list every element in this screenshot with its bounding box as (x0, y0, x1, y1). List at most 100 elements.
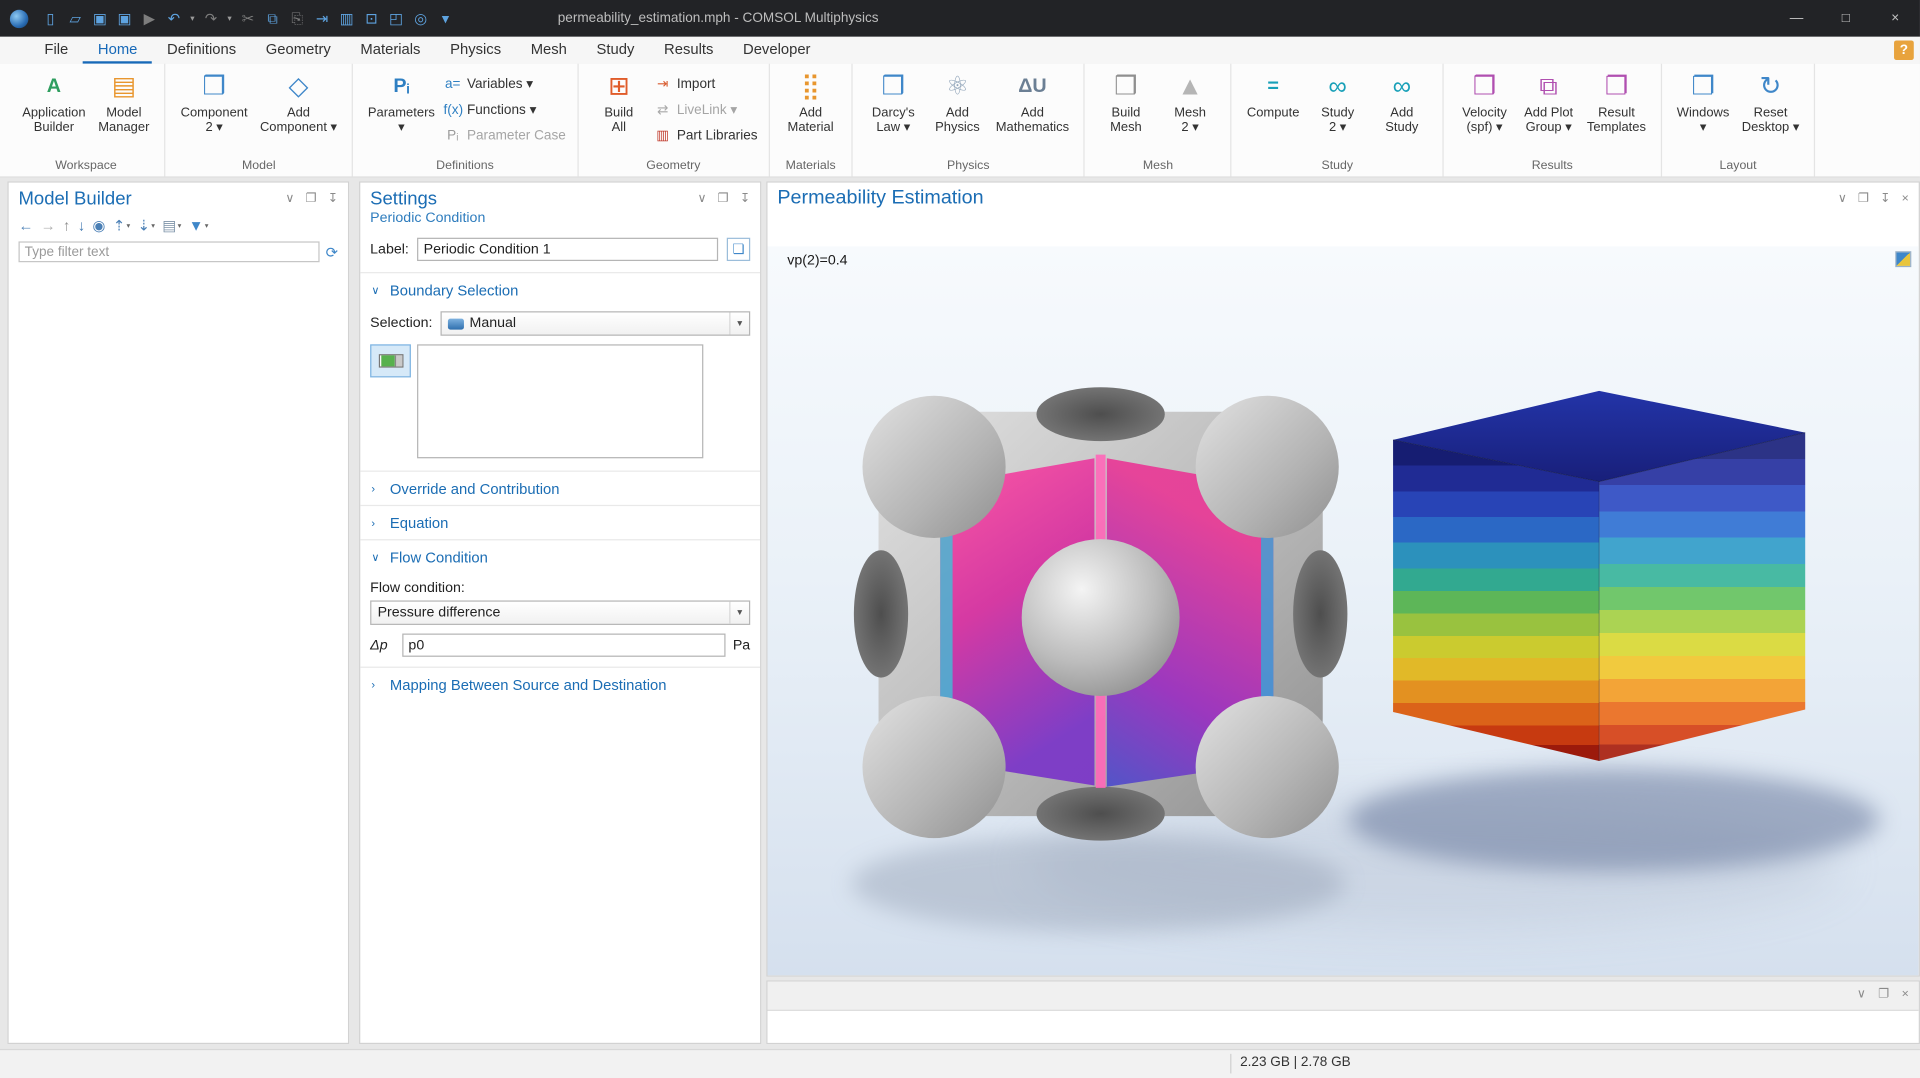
part-libraries-button[interactable]: ▥Part Libraries (653, 124, 757, 147)
windows-button[interactable]: ❐Windows▾ (1671, 66, 1736, 138)
pin-panel-icon[interactable]: ↧ (328, 192, 338, 205)
menu-tab-home[interactable]: Home (83, 37, 152, 64)
boundary-selection-list[interactable] (417, 344, 703, 458)
float-panel-icon[interactable]: ❐ (718, 192, 729, 205)
float-panel-icon[interactable]: ❐ (306, 192, 317, 205)
panel-menu-icon[interactable]: ∨ (698, 192, 707, 205)
functions-button[interactable]: f(x)Functions ▾ (444, 98, 566, 121)
node-text-icon[interactable]: ▤▾ (162, 217, 181, 234)
minimize-button[interactable]: — (1772, 0, 1821, 37)
delete-icon[interactable]: ▥ (334, 6, 359, 31)
refresh-icon[interactable]: ⟳ (326, 243, 338, 260)
add-study-button[interactable]: ∞AddStudy (1370, 66, 1434, 138)
save-as-icon[interactable]: ▣ (112, 6, 137, 31)
move-up-icon[interactable]: ↑ (63, 217, 70, 234)
parameters-button[interactable]: PᵢParameters▾ (362, 66, 441, 138)
statusbar-separator (1230, 1054, 1231, 1074)
menu-tab-developer[interactable]: Developer (728, 37, 825, 64)
add-material-button[interactable]: ⣿AddMaterial (779, 66, 843, 138)
mesh-2-button[interactable]: ▲Mesh2 ▾ (1158, 66, 1222, 138)
compute-button[interactable]: =Compute (1241, 66, 1306, 123)
velocity-spf-button[interactable]: ❒Velocity(spf) ▾ (1452, 66, 1516, 138)
customize-toolbar-icon[interactable]: ▾ (433, 6, 458, 31)
close-button[interactable]: × (1871, 0, 1920, 37)
section-flow-condition[interactable]: ∨ Flow Condition (360, 539, 760, 573)
import-button[interactable]: ⇥Import (653, 72, 757, 95)
close-panel-icon[interactable]: × (1902, 988, 1909, 1001)
show-icon[interactable]: ◉ (93, 217, 106, 234)
filter-input[interactable] (19, 241, 320, 262)
panel-menu-icon[interactable]: ∨ (1857, 988, 1866, 1001)
panel-menu-icon[interactable]: ∨ (285, 192, 294, 205)
collapse-all-icon[interactable]: ⇣▾ (138, 217, 155, 234)
panel-menu-icon[interactable]: ∨ (1838, 192, 1847, 205)
duplicate-icon[interactable]: ⇥ (310, 6, 335, 31)
redo-icon-caret[interactable]: ▾ (223, 13, 235, 23)
application-builder-button[interactable]: AApplicationBuilder (16, 66, 92, 138)
go-back-icon[interactable]: ← (19, 217, 34, 234)
section-override[interactable]: › Override and Contribution (360, 471, 760, 505)
study-2-button[interactable]: ∞Study2 ▾ (1306, 66, 1370, 138)
menu-tab-materials[interactable]: Materials (346, 37, 436, 64)
active-toggle-button[interactable] (370, 344, 411, 377)
menu-tab-physics[interactable]: Physics (435, 37, 516, 64)
expand-all-icon[interactable]: ⇡▾ (113, 217, 130, 234)
build-mesh-button[interactable]: ❒BuildMesh (1094, 66, 1158, 138)
add-plot-group-button[interactable]: ⧉Add PlotGroup ▾ (1517, 66, 1581, 138)
new-file-icon[interactable]: ▯ (38, 6, 63, 31)
darcys-law-button[interactable]: ❒Darcy'sLaw ▾ (861, 66, 925, 138)
pin-panel-icon[interactable]: ↧ (1880, 192, 1890, 205)
move-down-icon[interactable]: ↓ (78, 217, 85, 234)
copy-icon[interactable]: ⧉ (260, 6, 285, 31)
select-box-icon[interactable]: ⊡ (359, 6, 384, 31)
undo-icon[interactable]: ↶ (162, 6, 187, 31)
section-mapping[interactable]: › Mapping Between Source and Destination (360, 667, 760, 701)
cut-icon[interactable]: ✂ (236, 6, 261, 31)
model-manager-button[interactable]: ▤ModelManager (92, 66, 156, 138)
float-panel-icon[interactable]: ❐ (1858, 192, 1869, 205)
color-legend-icon[interactable] (1895, 251, 1911, 267)
filter-icon[interactable]: ▼▾ (189, 217, 209, 234)
menu-tab-definitions[interactable]: Definitions (152, 37, 251, 64)
float-panel-icon[interactable]: ❐ (1878, 988, 1889, 1001)
section-equation[interactable]: › Equation (360, 505, 760, 539)
maximize-button[interactable]: □ (1821, 0, 1870, 37)
menu-tab-file[interactable]: File (30, 37, 83, 64)
pressure-difference-input[interactable] (402, 634, 725, 657)
add-physics-button[interactable]: ⚛AddPhysics (925, 66, 989, 138)
ribbon-group-physics: ❒Darcy'sLaw ▾⚛AddPhysicsΔUAddMathematics… (853, 64, 1086, 177)
label-input[interactable] (417, 238, 718, 261)
pin-panel-icon[interactable]: ↧ (740, 192, 750, 205)
save-icon[interactable]: ▣ (88, 6, 113, 31)
selection-dropdown[interactable]: Manual ▼ (440, 311, 750, 336)
variables-button[interactable]: a=Variables ▾ (444, 72, 566, 95)
result-templates-button[interactable]: ❐ResultTemplates (1581, 66, 1652, 138)
run-icon[interactable]: ▶ (137, 6, 162, 31)
component-2-button[interactable]: ❒Component2 ▾ (174, 66, 253, 138)
paste-icon[interactable]: ⎘ (285, 6, 310, 31)
parameter-case-icon: Pᵢ (444, 128, 463, 143)
rename-icon[interactable]: ❏ (727, 238, 750, 261)
menu-tab-study[interactable]: Study (582, 37, 649, 64)
section-boundary-selection[interactable]: ∨ Boundary Selection (360, 272, 760, 306)
parameter-case-button[interactable]: PᵢParameter Case (444, 124, 566, 147)
undo-icon-caret[interactable]: ▾ (186, 13, 198, 23)
add-component-button[interactable]: ◇AddComponent ▾ (254, 66, 343, 138)
add-mathematics-button[interactable]: ΔUAddMathematics (990, 66, 1076, 138)
open-file-icon[interactable]: ▱ (63, 6, 88, 31)
clear-selection-icon[interactable]: ◰ (384, 6, 409, 31)
build-all-button[interactable]: ⊞BuildAll (587, 66, 651, 138)
redo-icon[interactable]: ↷ (199, 6, 224, 31)
livelink-button[interactable]: ⇄LiveLink ▾ (653, 98, 757, 121)
go-forward-icon[interactable]: → (41, 217, 56, 234)
find-icon[interactable]: ◎ (408, 6, 433, 31)
ribbon-group-label: Model (174, 158, 343, 176)
menu-tab-mesh[interactable]: Mesh (516, 37, 582, 64)
menu-tab-geometry[interactable]: Geometry (251, 37, 346, 64)
menu-tab-results[interactable]: Results (649, 37, 728, 64)
flow-condition-dropdown[interactable]: Pressure difference ▼ (370, 600, 750, 625)
reset-desktop-button[interactable]: ↻ResetDesktop ▾ (1736, 66, 1806, 138)
close-panel-icon[interactable]: × (1902, 192, 1909, 205)
help-button[interactable]: ? (1894, 40, 1914, 60)
graphics-view[interactable]: vp(2)=0.4 (767, 246, 1918, 975)
